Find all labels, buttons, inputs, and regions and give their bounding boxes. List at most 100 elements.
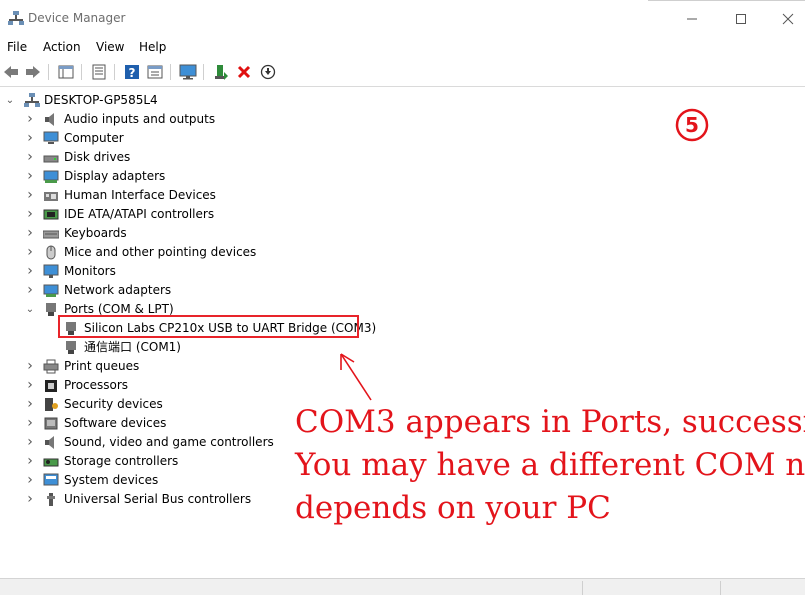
tree-category-label: Keyboards [64, 226, 127, 240]
chevron-right-icon[interactable]: › [25, 167, 35, 186]
tree-category[interactable]: › Processors [0, 376, 300, 395]
toolbar-separator [48, 64, 49, 80]
menu-help[interactable]: Help [137, 38, 168, 58]
menu-action[interactable]: Action [41, 38, 83, 58]
scan-monitor-icon [179, 64, 197, 80]
properties-icon [92, 64, 106, 80]
scan-hardware-button[interactable] [179, 63, 197, 81]
chevron-right-icon[interactable]: › [25, 395, 35, 414]
printer-icon [43, 359, 59, 374]
sound-controller-icon [45, 436, 54, 449]
chevron-right-icon[interactable]: › [25, 243, 35, 262]
show-hide-console-tree-button[interactable] [57, 63, 75, 81]
chevron-right-icon[interactable]: › [25, 281, 35, 300]
chevron-right-icon[interactable]: › [25, 414, 35, 433]
tree-category[interactable]: › Print queues [0, 357, 300, 376]
chevron-right-icon[interactable]: › [25, 357, 35, 376]
tree-category-label: Sound, video and game controllers [64, 435, 274, 449]
tree-category-label: System devices [64, 473, 159, 487]
tree-category[interactable]: › Audio inputs and outputs [0, 110, 300, 129]
computer-icon [43, 131, 59, 144]
tree-category[interactable]: › Display adapters [0, 167, 300, 186]
tree-category-label: Print queues [64, 359, 140, 373]
close-button[interactable] [765, 4, 805, 34]
tree-category[interactable]: › System devices [0, 471, 300, 490]
update-driver-button[interactable] [212, 63, 230, 81]
annotation-arrow [340, 353, 372, 401]
tree-root[interactable]: ⌄ DESKTOP-GP585L4 [0, 91, 200, 110]
menu-view[interactable]: View [94, 38, 126, 58]
help-button[interactable]: ? [123, 63, 141, 81]
chevron-right-icon[interactable]: › [25, 471, 35, 490]
system-device-icon [43, 473, 59, 486]
software-device-icon [44, 417, 58, 430]
ide-controller-icon [43, 209, 59, 220]
tree-category[interactable]: › Storage controllers [0, 452, 300, 471]
chevron-right-icon[interactable]: › [25, 433, 35, 452]
chevron-right-icon[interactable]: › [25, 110, 35, 129]
display-adapter-icon [43, 170, 59, 183]
network-adapter-icon [43, 284, 59, 297]
chevron-right-icon[interactable]: › [25, 262, 35, 281]
tree-category[interactable]: › Software devices [0, 414, 300, 433]
tree-category-label: Security devices [64, 397, 163, 411]
tree-device-label: 通信端口 (COM1) [84, 340, 181, 354]
port-icon [66, 341, 76, 354]
tree-category[interactable]: › Mice and other pointing devices [0, 243, 300, 262]
tree-category[interactable]: › Universal Serial Bus controllers [0, 490, 300, 509]
properties-button[interactable] [90, 63, 108, 81]
chevron-right-icon[interactable]: › [25, 148, 35, 167]
step-number-badge: 5 [675, 108, 709, 142]
console-tree-icon [58, 65, 74, 79]
menu-file[interactable]: File [5, 38, 29, 58]
tree-category[interactable]: › Monitors [0, 262, 300, 281]
uninstall-device-button[interactable] [235, 63, 253, 81]
title-bar: Device Manager [0, 0, 805, 38]
tree-category-label: Monitors [64, 264, 116, 278]
tree-category[interactable]: › Human Interface Devices [0, 186, 300, 205]
update-driver-icon [215, 65, 228, 80]
maximize-button[interactable] [718, 4, 764, 34]
tree-category[interactable]: › Computer [0, 129, 300, 148]
computer-network-icon [24, 93, 40, 107]
tree-category[interactable]: › Keyboards [0, 224, 300, 243]
chevron-right-icon[interactable]: › [25, 224, 35, 243]
keyboard-icon [43, 230, 59, 239]
tree-category-label: IDE ATA/ATAPI controllers [64, 207, 215, 221]
chevron-right-icon[interactable]: › [25, 205, 35, 224]
uninstall-x-icon [237, 65, 251, 79]
chevron-right-icon[interactable]: › [25, 129, 35, 148]
tree-device[interactable]: 通信端口 (COM1) [0, 338, 360, 357]
chevron-right-icon[interactable]: › [25, 452, 35, 471]
speaker-icon [45, 113, 54, 126]
tree-category[interactable]: › Security devices [0, 395, 300, 414]
tree-category-label: Mice and other pointing devices [64, 245, 257, 259]
annotation-line: You may have a different COM nu [295, 447, 805, 483]
chevron-right-icon[interactable]: › [25, 186, 35, 205]
tree-category-label: Storage controllers [64, 454, 179, 468]
forward-button[interactable] [24, 63, 42, 81]
processor-icon [45, 380, 57, 392]
tree-category[interactable]: › Sound, video and game controllers [0, 433, 300, 452]
tree-category[interactable]: › IDE ATA/ATAPI controllers [0, 205, 300, 224]
back-button[interactable] [2, 63, 20, 81]
tree-category-label: Processors [64, 378, 129, 392]
tree-category[interactable]: › Network adapters [0, 281, 300, 300]
tree-category-label: Audio inputs and outputs [64, 112, 216, 126]
chevron-right-icon[interactable]: › [25, 376, 35, 395]
chevron-right-icon[interactable]: › [25, 490, 35, 509]
window-title: Device Manager [28, 11, 126, 25]
tree-category[interactable]: › Disk drives [0, 148, 300, 167]
disable-device-button[interactable] [259, 63, 277, 81]
tree-category-label: Display adapters [64, 169, 166, 183]
tree-category-label: Software devices [64, 416, 167, 430]
chevron-down-icon[interactable]: ⌄ [25, 300, 35, 319]
minimize-button[interactable] [669, 4, 715, 34]
disk-drive-icon [43, 155, 59, 163]
chevron-down-icon[interactable]: ⌄ [5, 91, 15, 110]
download-circle-icon [260, 64, 276, 80]
toolbar-separator [170, 64, 171, 80]
mouse-icon [46, 245, 56, 260]
status-separator [582, 581, 583, 595]
view-button[interactable] [146, 63, 164, 81]
